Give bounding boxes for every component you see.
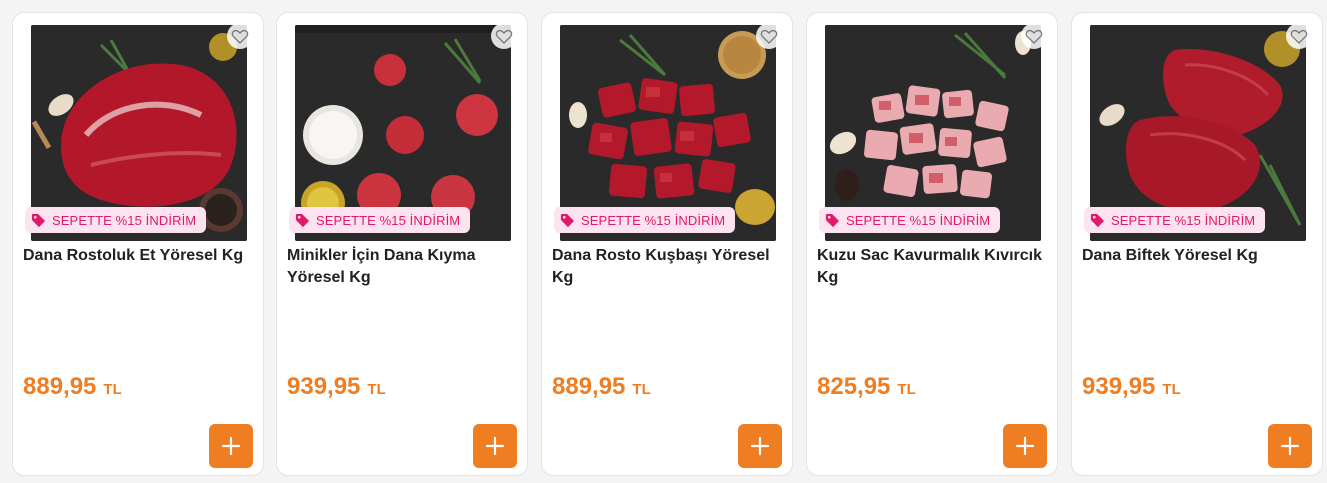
price-currency: TL — [103, 381, 122, 398]
discount-badge: SEPETTE %15 İNDİRİM — [25, 207, 207, 233]
tag-icon — [1090, 213, 1105, 227]
product-card[interactable]: SEPETTE %15 İNDİRİM Dana Rostoluk Et Yör… — [12, 12, 264, 476]
product-title[interactable]: Dana Biftek Yöresel Kg — [1082, 245, 1314, 267]
discount-badge: SEPETTE %15 İNDİRİM — [289, 207, 471, 233]
add-to-cart-button[interactable] — [473, 424, 517, 468]
product-card[interactable]: SEPETTE %15 İNDİRİM Dana Biftek Yöresel … — [1071, 12, 1323, 476]
tag-icon — [825, 213, 840, 227]
product-title[interactable]: Kuzu Sac Kavurmalık Kıvırcık Kg — [817, 245, 1049, 289]
product-price: 939,95 TL — [1082, 373, 1181, 401]
product-title[interactable]: Dana Rosto Kuşbaşı Yöresel Kg — [552, 245, 784, 289]
favorite-button[interactable] — [491, 23, 517, 49]
heart-outline-icon — [1021, 23, 1047, 49]
price-currency: TL — [897, 381, 916, 398]
favorite-button[interactable] — [227, 23, 253, 49]
heart-outline-icon — [491, 23, 517, 49]
product-card[interactable]: SEPETTE %15 İNDİRİM Kuzu Sac Kavurmalık … — [806, 12, 1058, 476]
discount-badge-label: SEPETTE %15 İNDİRİM — [1111, 212, 1256, 228]
add-to-cart-button[interactable] — [1003, 424, 1047, 468]
price-amount: 939,95 — [287, 373, 361, 400]
plus-icon — [750, 436, 770, 456]
discount-badge: SEPETTE %15 İNDİRİM — [554, 207, 736, 233]
product-title[interactable]: Dana Rostoluk Et Yöresel Kg — [23, 245, 255, 267]
heart-outline-icon — [756, 23, 782, 49]
product-price: 889,95 TL — [552, 373, 651, 401]
discount-badge-label: SEPETTE %15 İNDİRİM — [846, 212, 991, 228]
add-to-cart-button[interactable] — [209, 424, 253, 468]
product-card[interactable]: SEPETTE %15 İNDİRİM Dana Rosto Kuşbaşı Y… — [541, 12, 793, 476]
add-to-cart-button[interactable] — [738, 424, 782, 468]
price-currency: TL — [367, 381, 386, 398]
favorite-button[interactable] — [756, 23, 782, 49]
price-amount: 889,95 — [552, 373, 626, 400]
tag-icon — [31, 213, 46, 227]
product-grid: SEPETTE %15 İNDİRİM Dana Rostoluk Et Yör… — [0, 0, 1327, 483]
price-amount: 889,95 — [23, 373, 97, 400]
price-currency: TL — [1162, 381, 1181, 398]
product-card[interactable]: SEPETTE %15 İNDİRİM Minikler İçin Dana K… — [276, 12, 528, 476]
tag-icon — [295, 213, 310, 227]
discount-badge: SEPETTE %15 İNDİRİM — [1084, 207, 1266, 233]
discount-badge-label: SEPETTE %15 İNDİRİM — [316, 212, 461, 228]
price-currency: TL — [632, 381, 651, 398]
product-price: 939,95 TL — [287, 373, 386, 401]
add-to-cart-button[interactable] — [1268, 424, 1312, 468]
product-price: 889,95 TL — [23, 373, 122, 401]
favorite-button[interactable] — [1021, 23, 1047, 49]
plus-icon — [221, 436, 241, 456]
price-amount: 825,95 — [817, 373, 891, 400]
heart-outline-icon — [1286, 23, 1312, 49]
plus-icon — [1015, 436, 1035, 456]
tag-icon — [560, 213, 575, 227]
heart-outline-icon — [227, 23, 253, 49]
plus-icon — [485, 436, 505, 456]
product-title[interactable]: Minikler İçin Dana Kıyma Yöresel Kg — [287, 245, 519, 289]
discount-badge-label: SEPETTE %15 İNDİRİM — [581, 212, 726, 228]
discount-badge: SEPETTE %15 İNDİRİM — [819, 207, 1001, 233]
discount-badge-label: SEPETTE %15 İNDİRİM — [52, 212, 197, 228]
price-amount: 939,95 — [1082, 373, 1156, 400]
favorite-button[interactable] — [1286, 23, 1312, 49]
product-price: 825,95 TL — [817, 373, 916, 401]
plus-icon — [1280, 436, 1300, 456]
